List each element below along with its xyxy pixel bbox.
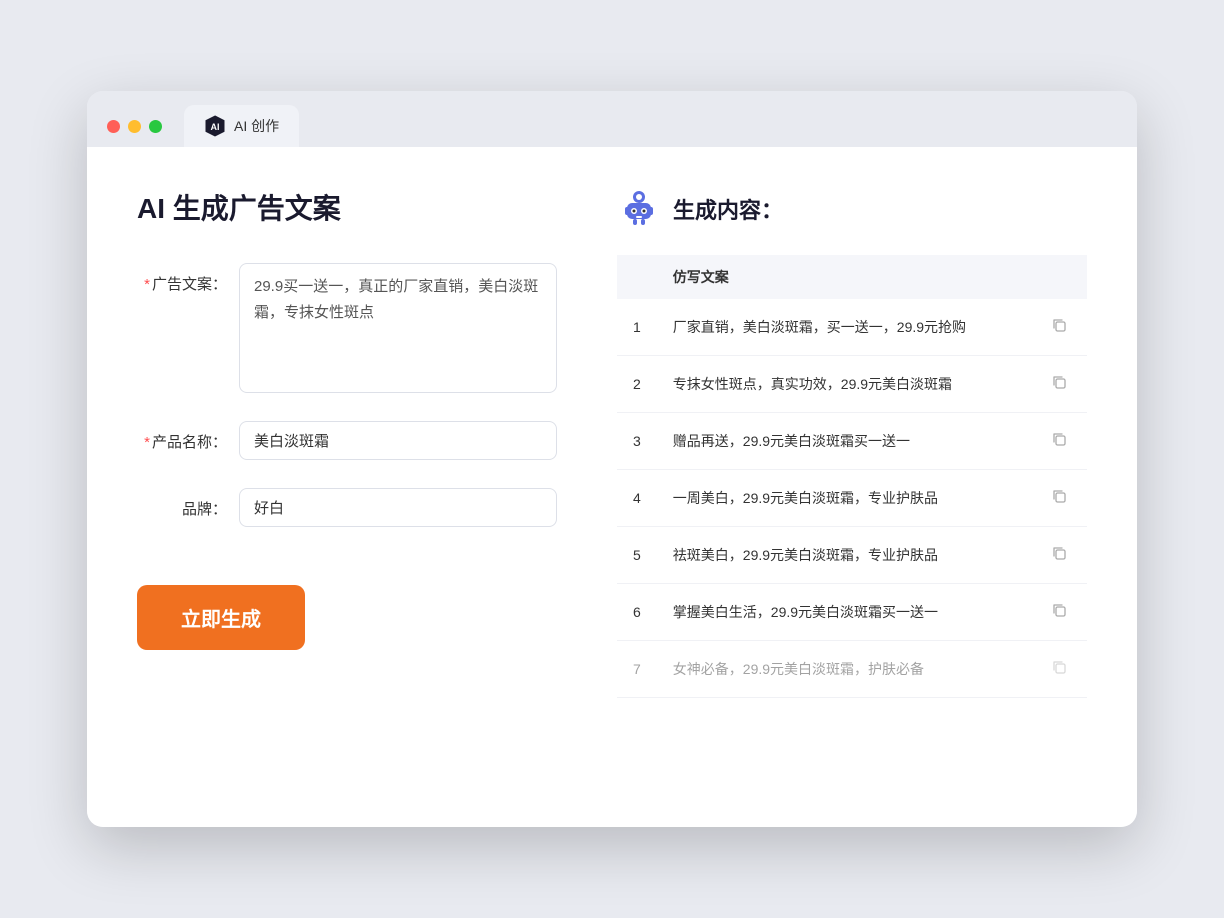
table-row: 1 厂家直销，美白淡斑霜，买一送一，29.9元抢购 — [617, 299, 1087, 356]
copy-button[interactable] — [1047, 541, 1071, 569]
right-panel: 生成内容： 仿写文案 1 厂家直销，美白淡斑霜，买一送一，29.9元抢购 — [617, 187, 1087, 787]
table-row: 3 赠品再送，29.9元美白淡斑霜买一送一 — [617, 413, 1087, 470]
required-star-2: * — [144, 434, 150, 451]
row-number: 5 — [617, 527, 657, 584]
left-panel: AI 生成广告文案 *广告文案： 29.9买一送一，真正的厂家直销，美白淡斑霜，… — [137, 187, 557, 787]
table-row: 2 专抹女性斑点，真实功效，29.9元美白淡斑霜 — [617, 356, 1087, 413]
product-name-input[interactable] — [239, 421, 557, 460]
brand-input[interactable] — [239, 488, 557, 527]
copy-button[interactable] — [1047, 655, 1071, 683]
ai-tab-icon: AI — [204, 115, 226, 137]
result-header: 生成内容： — [617, 187, 1087, 231]
minimize-button[interactable] — [128, 120, 141, 133]
tab-label: AI 创作 — [234, 116, 279, 136]
table-row: 4 一周美白，29.9元美白淡斑霜，专业护肤品 — [617, 470, 1087, 527]
row-text: 赠品再送，29.9元美白淡斑霜买一送一 — [657, 413, 1031, 470]
copy-button[interactable] — [1047, 370, 1071, 398]
table-row: 7 女神必备，29.9元美白淡斑霜，护肤必备 — [617, 641, 1087, 698]
col-text: 仿写文案 — [657, 255, 1031, 299]
copy-button[interactable] — [1047, 427, 1071, 455]
row-number: 6 — [617, 584, 657, 641]
titlebar: AI AI 创作 — [87, 91, 1137, 147]
row-number: 1 — [617, 299, 657, 356]
row-text: 一周美白，29.9元美白淡斑霜，专业护肤品 — [657, 470, 1031, 527]
row-number: 7 — [617, 641, 657, 698]
row-text: 专抹女性斑点，真实功效，29.9元美白淡斑霜 — [657, 356, 1031, 413]
ad-copy-input[interactable]: 29.9买一送一，真正的厂家直销，美白淡斑霜，专抹女性斑点 — [239, 263, 557, 393]
form-row-product: *产品名称： — [137, 421, 557, 460]
row-number: 3 — [617, 413, 657, 470]
ad-copy-label: *广告文案： — [137, 263, 227, 294]
robot-icon — [617, 187, 661, 231]
tab-ai-creation[interactable]: AI AI 创作 — [184, 105, 299, 147]
generate-button[interactable]: 立即生成 — [137, 585, 305, 650]
row-number: 4 — [617, 470, 657, 527]
browser-content: AI 生成广告文案 *广告文案： 29.9买一送一，真正的厂家直销，美白淡斑霜，… — [87, 147, 1137, 827]
required-star-1: * — [144, 276, 150, 293]
page-title: AI 生成广告文案 — [137, 187, 557, 227]
results-table: 仿写文案 1 厂家直销，美白淡斑霜，买一送一，29.9元抢购 2 专抹女性斑点，… — [617, 255, 1087, 698]
maximize-button[interactable] — [149, 120, 162, 133]
col-num — [617, 255, 657, 299]
product-name-label: *产品名称： — [137, 421, 227, 452]
table-row: 6 掌握美白生活，29.9元美白淡斑霜买一送一 — [617, 584, 1087, 641]
close-button[interactable] — [107, 120, 120, 133]
table-header-row: 仿写文案 — [617, 255, 1087, 299]
copy-button[interactable] — [1047, 313, 1071, 341]
row-text: 掌握美白生活，29.9元美白淡斑霜买一送一 — [657, 584, 1031, 641]
form-row-ad-copy: *广告文案： 29.9买一送一，真正的厂家直销，美白淡斑霜，专抹女性斑点 — [137, 263, 557, 393]
result-title: 生成内容： — [673, 193, 783, 225]
row-text: 厂家直销，美白淡斑霜，买一送一，29.9元抢购 — [657, 299, 1031, 356]
browser-window: AI AI 创作 AI 生成广告文案 *广告文案： 29.9买一送一，真正的厂家… — [87, 91, 1137, 827]
row-text: 女神必备，29.9元美白淡斑霜，护肤必备 — [657, 641, 1031, 698]
col-action — [1031, 255, 1087, 299]
row-text: 祛斑美白，29.9元美白淡斑霜，专业护肤品 — [657, 527, 1031, 584]
traffic-lights — [107, 120, 162, 133]
copy-button[interactable] — [1047, 484, 1071, 512]
row-number: 2 — [617, 356, 657, 413]
brand-label: 品牌： — [137, 488, 227, 519]
table-row: 5 祛斑美白，29.9元美白淡斑霜，专业护肤品 — [617, 527, 1087, 584]
copy-button[interactable] — [1047, 598, 1071, 626]
form-row-brand: 品牌： — [137, 488, 557, 527]
svg-text:AI: AI — [211, 122, 220, 132]
